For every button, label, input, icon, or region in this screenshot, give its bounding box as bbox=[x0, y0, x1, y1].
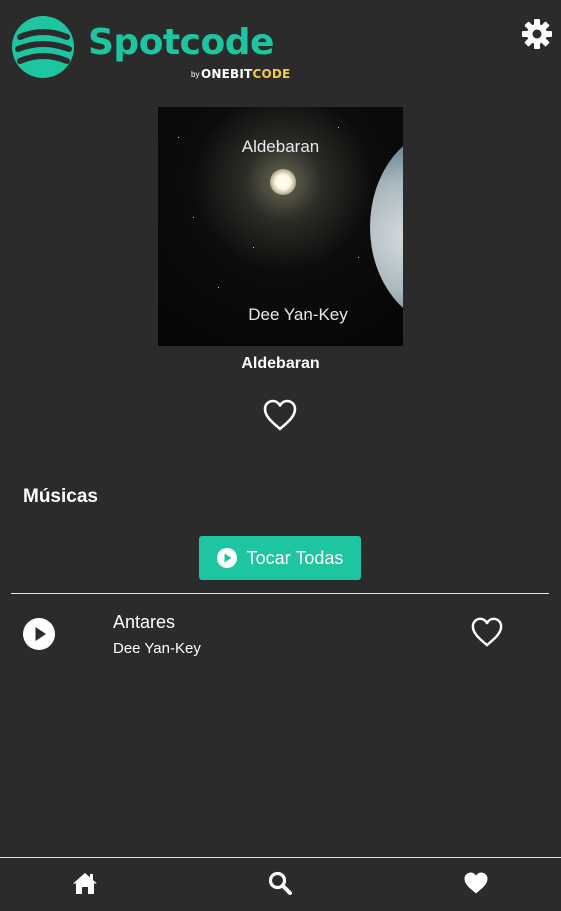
cover-sun bbox=[270, 169, 296, 195]
logo-mark-icon bbox=[12, 16, 74, 78]
track-name: Antares bbox=[113, 612, 176, 632]
album-title: Aldebaran bbox=[241, 355, 320, 372]
logo-brand-one: ONEBIT bbox=[201, 67, 253, 81]
cover-star bbox=[358, 257, 359, 258]
cover-star bbox=[218, 287, 219, 288]
logo-brand-code: CODE bbox=[252, 67, 291, 81]
cover-star bbox=[193, 217, 194, 218]
divider bbox=[11, 593, 549, 594]
logo-by-text: by bbox=[191, 70, 200, 79]
gear-icon[interactable] bbox=[521, 18, 553, 50]
logo-brand: ONEBITCODE bbox=[201, 67, 290, 81]
bottom-navigation bbox=[0, 857, 561, 911]
section-title: Músicas bbox=[23, 486, 98, 507]
cover-artist-text: Dee Yan-Key bbox=[248, 305, 348, 324]
spotcode-logo[interactable]: Spotcode by ONEBITCODE bbox=[11, 15, 290, 85]
heart-outline-icon[interactable] bbox=[262, 398, 298, 432]
app-header: Spotcode by ONEBITCODE bbox=[0, 0, 561, 90]
track-artist: Dee Yan-Key bbox=[113, 640, 201, 657]
heart-icon[interactable] bbox=[463, 870, 489, 896]
cover-star bbox=[253, 247, 254, 248]
cover-star bbox=[338, 127, 339, 128]
logo-wordmark: Spotcode bbox=[88, 22, 274, 63]
cover-title-text: Aldebaran bbox=[241, 137, 320, 156]
track-row: Antares Dee Yan-Key bbox=[0, 600, 561, 670]
heart-outline-icon[interactable] bbox=[470, 616, 504, 648]
play-all-label: Tocar Todas bbox=[246, 547, 344, 568]
album-cover: Aldebaran Dee Yan-Key bbox=[158, 107, 403, 346]
play-circle-icon[interactable] bbox=[23, 618, 55, 650]
home-icon[interactable] bbox=[72, 870, 98, 896]
cover-planet bbox=[370, 127, 403, 327]
play-all-button[interactable]: Tocar Todas bbox=[199, 536, 361, 580]
search-icon[interactable] bbox=[267, 870, 293, 896]
play-circle-icon bbox=[216, 548, 237, 568]
